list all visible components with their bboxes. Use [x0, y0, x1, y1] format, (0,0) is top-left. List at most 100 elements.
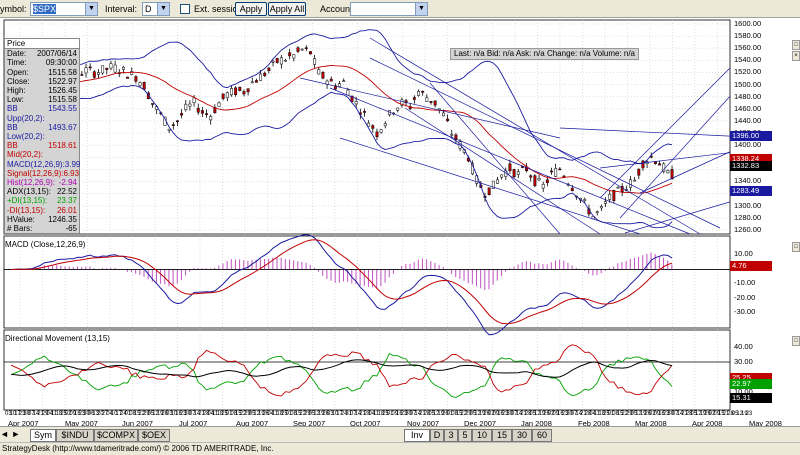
symbol-dropdown-icon[interactable]: ▼ [85, 3, 97, 15]
candle-body [616, 186, 620, 189]
candle-body [267, 67, 271, 71]
tab-compx[interactable]: $COMPX [94, 429, 138, 442]
candle-body [121, 66, 125, 70]
candle-body [171, 124, 175, 126]
row-value: 3.99 [64, 159, 81, 169]
row-value: 1246.35 [48, 214, 77, 224]
pane-close-icon[interactable]: × [792, 51, 800, 61]
candle-body [105, 67, 109, 70]
tab-sym[interactable]: Sym [30, 429, 56, 442]
row-label: HValue: [7, 214, 35, 224]
candle-body [138, 82, 142, 86]
candle-body [88, 66, 92, 69]
candle-body [180, 113, 184, 116]
candle-body [304, 47, 308, 49]
account-select[interactable]: ▼ [350, 2, 428, 16]
candle-body [126, 76, 130, 79]
symbol-input[interactable]: $SPX ▼ [30, 2, 98, 16]
tab-3[interactable]: 3 [444, 429, 458, 442]
row-value: 22.52 [56, 187, 77, 197]
candle-body [604, 201, 607, 204]
ext-session-checkbox[interactable] [180, 4, 190, 14]
tab-60[interactable]: 60 [532, 429, 552, 442]
candle-body [541, 184, 545, 189]
candle-body [221, 93, 225, 99]
candle-body [284, 59, 287, 62]
row-label: BB Low(20,2): [7, 122, 45, 142]
apply-all-button[interactable]: Apply All [268, 2, 306, 16]
data-window-row: HValue: 1246.35 [5, 215, 79, 224]
price-axis-label: 1520.00 [734, 67, 762, 77]
candle-body [271, 61, 275, 63]
account-dropdown-icon[interactable]: ▼ [415, 3, 427, 15]
candle-body [558, 168, 562, 171]
tab-10[interactable]: 10 [472, 429, 492, 442]
tab-5[interactable]: 5 [458, 429, 472, 442]
candle-body [234, 87, 238, 96]
macd-pane-maximize-icon[interactable]: □ [792, 242, 800, 252]
data-window-row: BB Upp(20,2): 1543.55 [5, 104, 79, 122]
candle-body [101, 65, 105, 74]
data-window-row: High: 1526.45 [5, 86, 79, 95]
macd-axis-label: -30.00 [734, 307, 756, 316]
candle-body [196, 108, 200, 113]
pane-maximize-icon[interactable]: □ [792, 40, 800, 50]
candle-body [599, 205, 603, 209]
candle-body [238, 86, 242, 91]
row-label: Signal(12,26,9): [7, 168, 64, 178]
macd-axis-label: -10.00 [734, 278, 756, 287]
dm-pane-title: Directional Movement (13,15) [5, 334, 110, 343]
data-window-row: Hist(12,26,9): -2.94 [5, 178, 79, 187]
price-axis-label: 1280.00 [734, 212, 762, 222]
tab-30[interactable]: 30 [512, 429, 532, 442]
candle-body [250, 81, 254, 84]
candle-body [508, 163, 512, 171]
candle-body [666, 170, 670, 174]
row-label: MACD(12,26,9): [7, 159, 65, 169]
tab-15[interactable]: 15 [492, 429, 512, 442]
data-window-row: Date: 2007/06/14 [5, 49, 79, 58]
status-bar: StrategyDesk (http://www.tdameritrade.co… [0, 442, 800, 454]
data-window-rows: Date: 2007/06/14 Time: 09:30:00 Open: 1515.58… [5, 49, 81, 233]
candle-body [309, 51, 312, 55]
apply-button[interactable]: Apply [235, 2, 267, 16]
candle-body [487, 187, 491, 195]
interval-dropdown-icon[interactable]: ▼ [157, 3, 169, 15]
candle-body [379, 129, 383, 133]
price-axis-label: 1600.00 [734, 19, 762, 28]
price-axis-label: 1300.00 [734, 200, 762, 210]
candle-body [637, 168, 641, 176]
candle-body [512, 169, 516, 178]
interval-select[interactable]: D ▼ [142, 2, 170, 16]
tab-oex[interactable]: $OEX [138, 429, 170, 442]
candle-body [134, 76, 138, 82]
row-label: Open: [7, 67, 29, 77]
price-axis-label: 1480.00 [734, 91, 762, 101]
chart-area[interactable]: Price Date: 2007/06/14 Time: 09:30:00 Open: 1… [0, 18, 800, 428]
tab-d[interactable]: D [430, 429, 444, 442]
candle-body [641, 160, 645, 169]
data-window-row: MACD(12,26,9): 3.99 [5, 159, 81, 169]
candle-body [346, 89, 350, 96]
macd-pane-title: MACD (Close,12,26,9) [5, 240, 86, 249]
candle-body [205, 113, 208, 115]
candle-body [217, 102, 221, 107]
dm-axis-label: 30.00 [734, 357, 753, 366]
candle-body [633, 179, 637, 182]
candle-body [321, 72, 325, 79]
tab-inv[interactable]: Inv [404, 429, 430, 442]
candle-body [209, 116, 213, 121]
data-window-row: Low: 1515.58 [5, 95, 79, 104]
row-label: Date: [7, 49, 27, 59]
price-tag: 1332.83 [730, 161, 772, 171]
row-label: BB Upp(20,2): [7, 104, 45, 123]
chart-canvas[interactable] [0, 18, 800, 426]
candle-body [554, 168, 558, 177]
dm-pane-maximize-icon[interactable]: □ [792, 336, 800, 346]
scroll-left-icon[interactable]: ◄ ► [0, 429, 28, 442]
candle-body [363, 111, 366, 113]
symbol-value: $SPX [33, 4, 57, 14]
tab-indu[interactable]: $INDU [56, 429, 94, 442]
price-axis-label: 1500.00 [734, 79, 762, 89]
candle-body [92, 71, 96, 78]
